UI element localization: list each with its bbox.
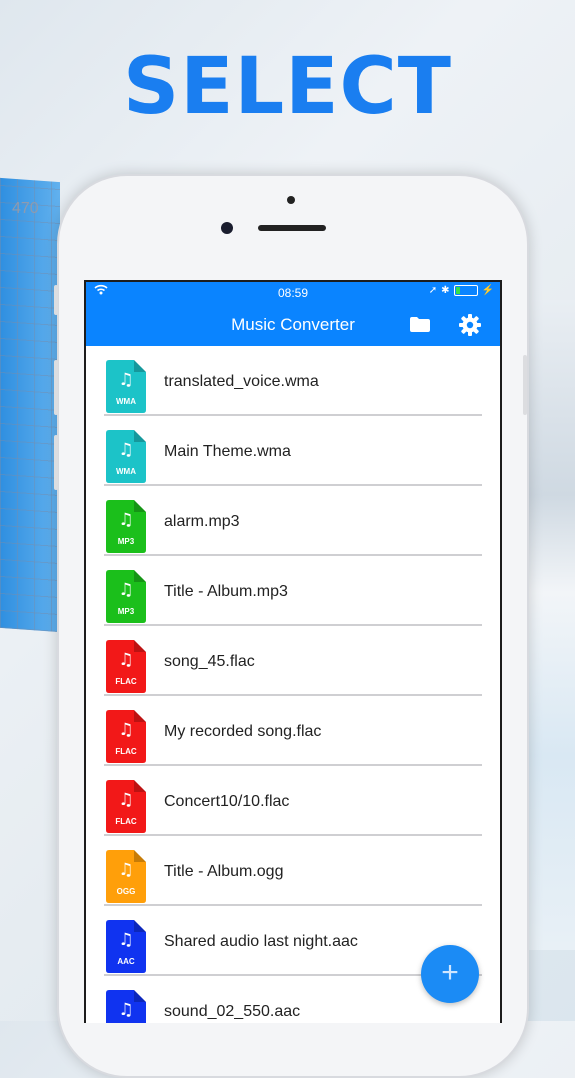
svg-text:♫: ♫ xyxy=(118,440,133,460)
svg-text:♫: ♫ xyxy=(118,930,133,950)
file-name: Concert10/10.flac xyxy=(164,793,290,810)
music-file-icon: ♫ WMA xyxy=(106,360,146,413)
svg-text:♫: ♫ xyxy=(118,1000,133,1020)
plus-icon: + xyxy=(441,956,459,989)
folder-icon[interactable] xyxy=(410,317,430,332)
add-file-button[interactable]: + xyxy=(421,945,479,1003)
music-file-icon: ♫ WMA xyxy=(106,430,146,483)
music-file-icon: ♫ MP3 xyxy=(106,570,146,623)
music-file-icon: ♫ OGG xyxy=(106,850,146,903)
file-row[interactable]: ♫ WMA translated_voice.wma xyxy=(86,346,500,416)
file-type-label: FLAC xyxy=(115,817,137,826)
music-file-icon: ♫ AAC xyxy=(106,990,146,1023)
volume-up-button xyxy=(54,360,58,415)
file-list: ♫ WMA translated_voice.wma ♫ WMA Main Th… xyxy=(86,346,500,1023)
music-file-icon: ♫ MP3 xyxy=(106,500,146,553)
music-file-icon: ♫ FLAC xyxy=(106,780,146,833)
file-row[interactable]: ♫ MP3 alarm.mp3 xyxy=(86,486,500,556)
file-type-label: WMA xyxy=(116,467,136,476)
file-type-label: AAC xyxy=(117,957,135,966)
svg-text:♫: ♫ xyxy=(118,790,133,810)
file-type-label: WMA xyxy=(116,397,136,406)
gear-icon[interactable] xyxy=(458,313,482,337)
app-screen: 08:59 ➚ ✱ ⚡ Music Converter ♫ WMA transl… xyxy=(84,280,502,1023)
music-file-icon: ♫ AAC xyxy=(106,920,146,973)
earpiece-speaker xyxy=(258,225,326,231)
power-button xyxy=(523,355,527,415)
page-title: Music Converter xyxy=(231,315,355,334)
svg-text:♫: ♫ xyxy=(118,510,133,530)
file-type-label: MP3 xyxy=(118,537,135,546)
file-name: translated_voice.wma xyxy=(164,373,319,390)
bolt-icon: ⚡ xyxy=(481,285,494,296)
status-bar: 08:59 ➚ ✱ ⚡ xyxy=(86,282,500,304)
file-name: My recorded song.flac xyxy=(164,723,322,740)
svg-text:♫: ♫ xyxy=(118,720,133,740)
background-chart-label: 470 xyxy=(12,200,39,217)
file-row[interactable]: ♫ FLAC My recorded song.flac xyxy=(86,696,500,766)
svg-text:♫: ♫ xyxy=(118,650,133,670)
file-name: song_45.flac xyxy=(164,653,255,670)
svg-text:♫: ♫ xyxy=(118,370,133,390)
file-name: Main Theme.wma xyxy=(164,443,291,460)
volume-down-button xyxy=(54,435,58,490)
file-row[interactable]: ♫ FLAC song_45.flac xyxy=(86,626,500,696)
file-type-label: FLAC xyxy=(115,677,137,686)
proximity-sensor xyxy=(287,196,295,204)
nav-bar: Music Converter xyxy=(86,304,500,346)
file-row[interactable]: ♫ MP3 Title - Album.mp3 xyxy=(86,556,500,626)
file-row[interactable]: ♫ OGG Title - Album.ogg xyxy=(86,836,500,906)
front-camera xyxy=(221,222,233,234)
headline: SELECT xyxy=(123,42,452,132)
file-type-label: OGG xyxy=(117,887,136,896)
music-file-icon: ♫ FLAC xyxy=(106,710,146,763)
battery-icon xyxy=(453,285,478,296)
file-row[interactable]: ♫ WMA Main Theme.wma xyxy=(86,416,500,486)
status-indicators: ➚ ✱ ⚡ xyxy=(429,285,494,296)
file-name: Title - Album.mp3 xyxy=(164,583,288,600)
file-row[interactable]: ♫ FLAC Concert10/10.flac xyxy=(86,766,500,836)
file-name: Title - Album.ogg xyxy=(164,863,284,880)
file-name: alarm.mp3 xyxy=(164,513,240,530)
background-chart xyxy=(0,177,60,633)
svg-text:♫: ♫ xyxy=(118,580,133,600)
music-file-icon: ♫ FLAC xyxy=(106,640,146,693)
svg-text:♫: ♫ xyxy=(118,860,133,880)
location-arrow-icon: ➚ xyxy=(428,285,438,296)
file-type-label: FLAC xyxy=(115,747,137,756)
bluetooth-icon: ✱ xyxy=(441,285,450,296)
file-type-label: MP3 xyxy=(118,607,135,616)
mute-switch xyxy=(54,285,58,315)
file-name: Shared audio last night.aac xyxy=(164,933,358,950)
file-name: sound_02_550.aac xyxy=(164,1003,301,1020)
